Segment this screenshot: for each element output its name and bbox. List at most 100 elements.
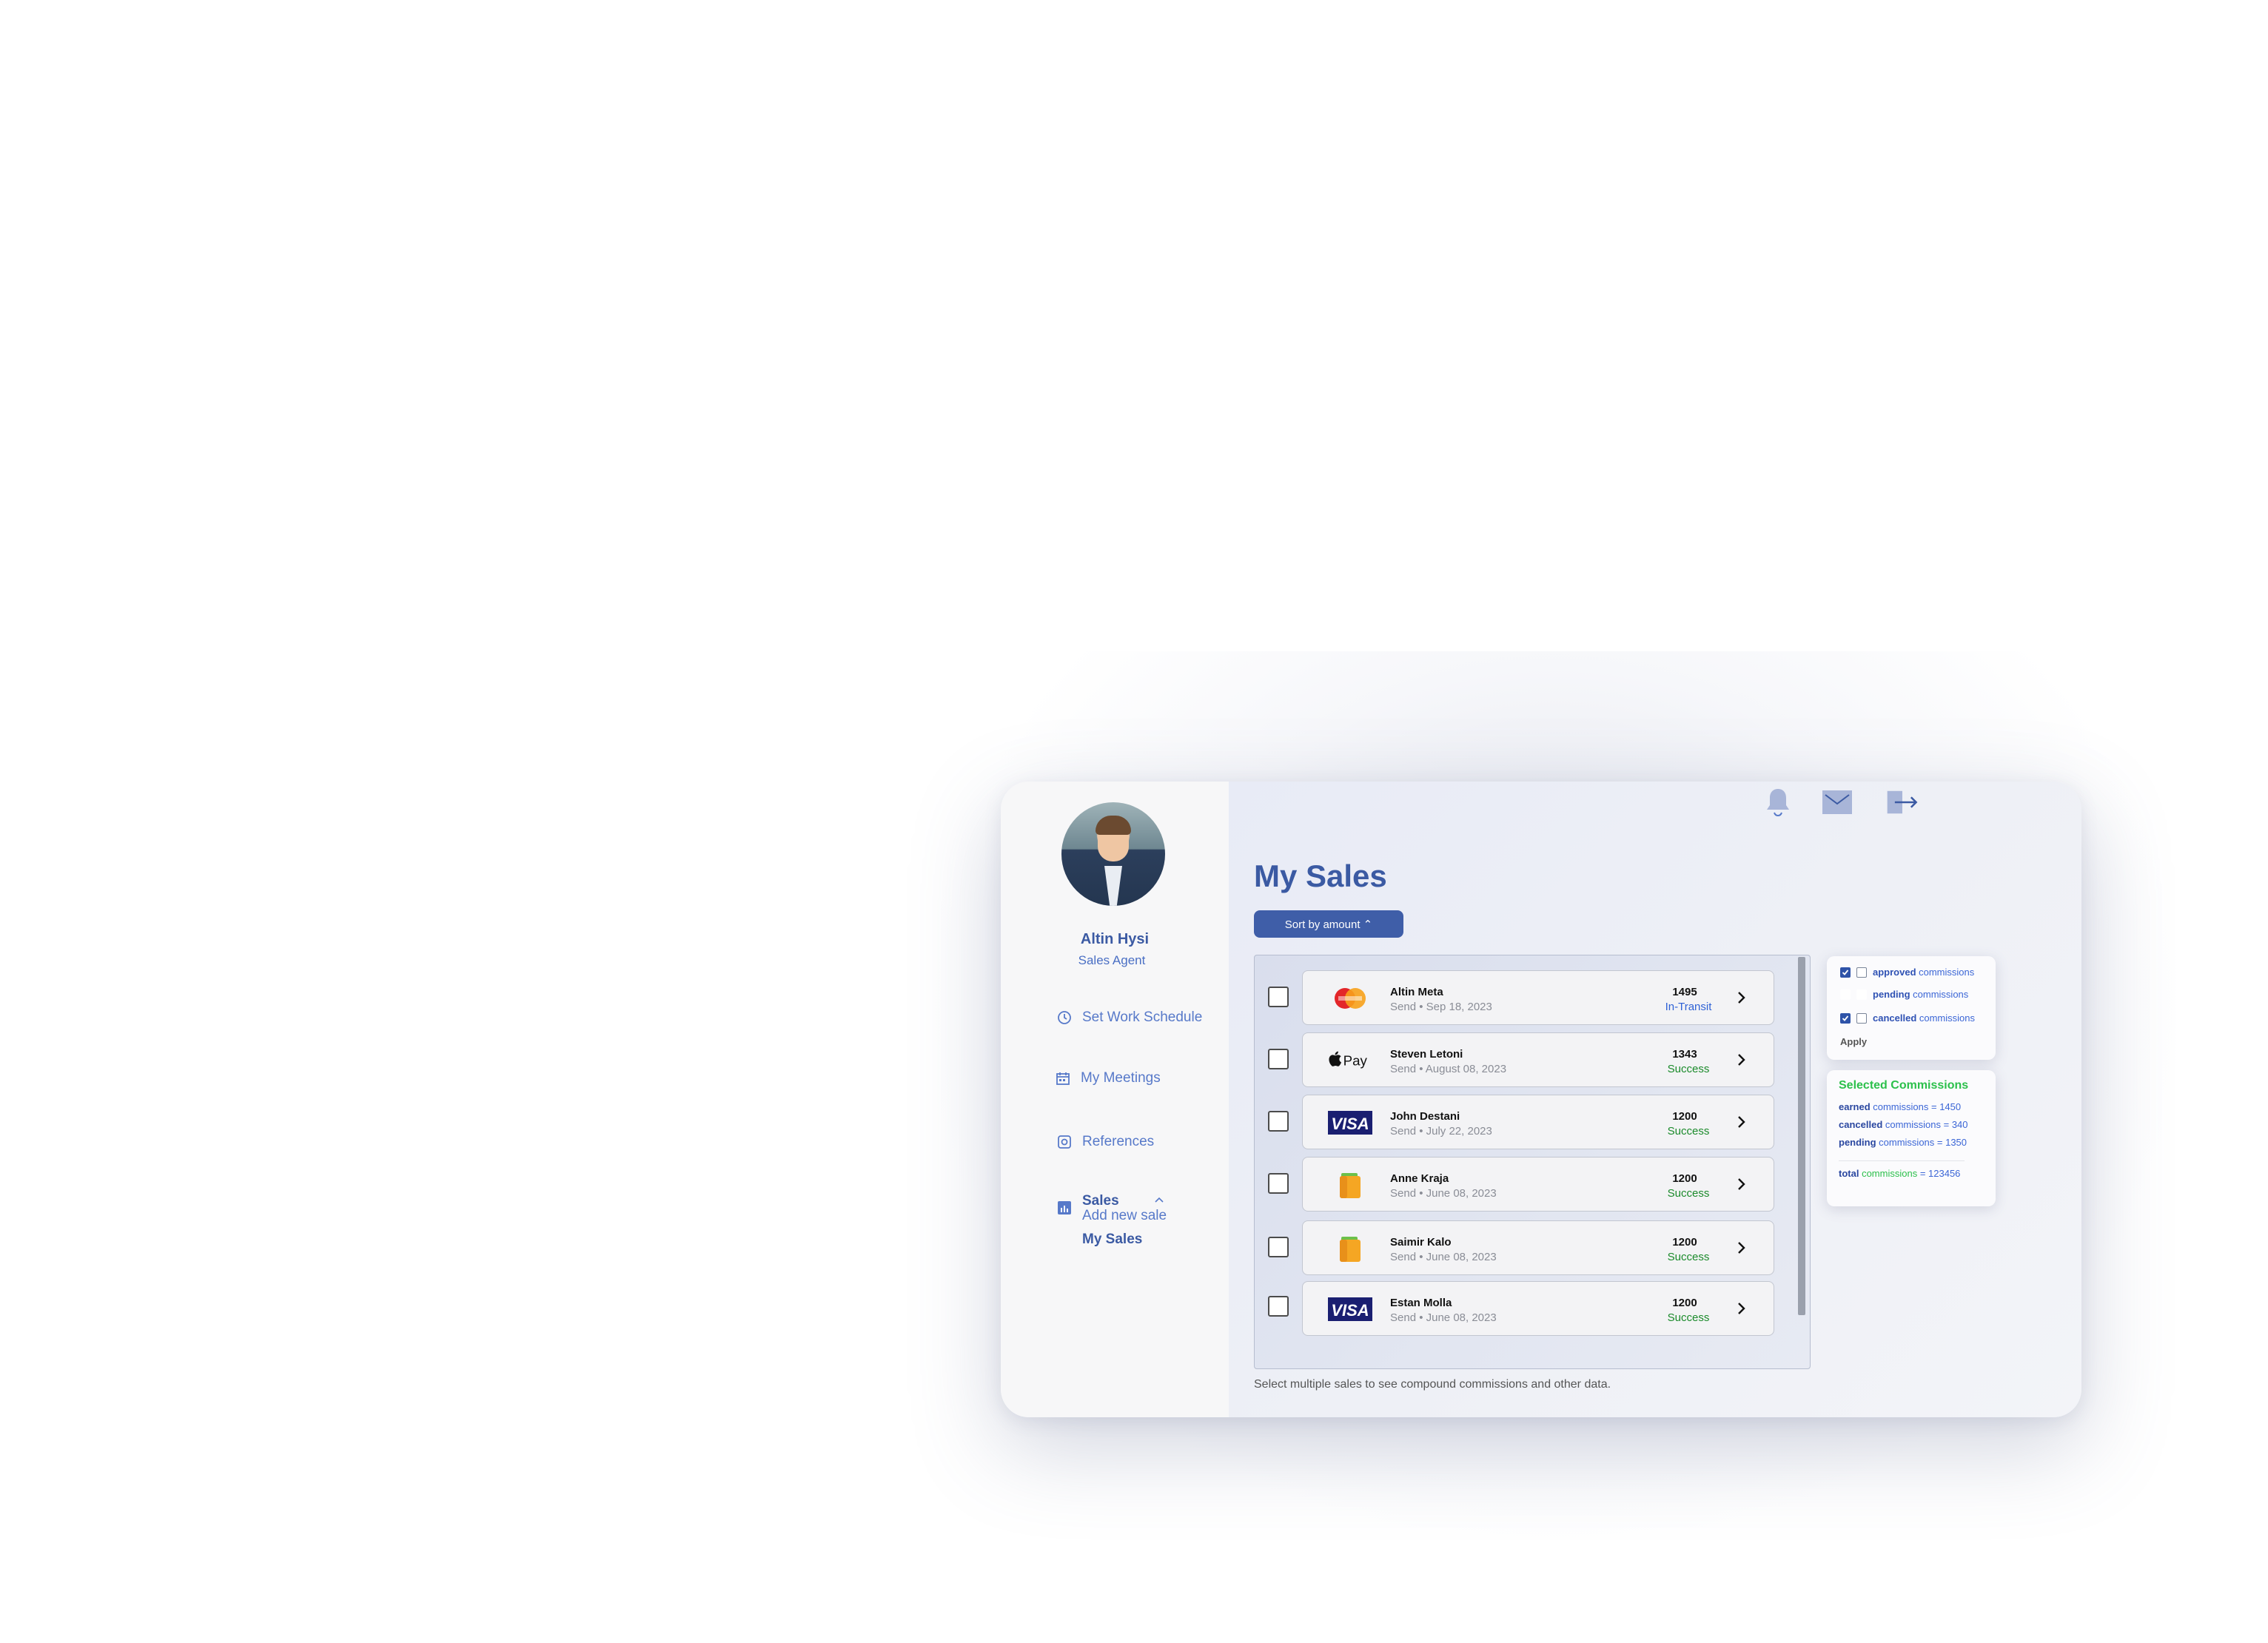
summary-line-pending: pending commissions = 1350 [1839, 1137, 1967, 1148]
sidebar-item-references[interactable]: References [1057, 1134, 1154, 1150]
filter-suffix: commissions [1910, 989, 1969, 1000]
chevron-up-icon[interactable] [1155, 1197, 1164, 1203]
status-badge: Success [1667, 1125, 1710, 1138]
summary-key: cancelled [1839, 1119, 1883, 1130]
mastercard-icon [1328, 984, 1372, 1012]
mail-icon[interactable] [1821, 786, 1853, 819]
checkbox-checked[interactable] [1840, 1012, 1851, 1024]
summary-value: = 123456 [1917, 1168, 1961, 1179]
bell-icon[interactable] [1762, 786, 1794, 819]
sale-amount: 1343 [1672, 1048, 1697, 1061]
sidebar-item-label: References [1082, 1134, 1155, 1149]
row-checkbox[interactable] [1268, 987, 1289, 1007]
sale-row[interactable]: VISA John Destani Send • July 22, 2023 1… [1302, 1095, 1774, 1149]
svg-text:VISA: VISA [1331, 1301, 1369, 1320]
logout-icon[interactable] [1886, 786, 1919, 819]
filter-key: cancelled [1873, 1012, 1917, 1024]
reference-icon [1058, 1135, 1071, 1149]
checkbox-checked[interactable] [1840, 967, 1851, 978]
filter-cancelled[interactable]: cancelled commissions [1840, 1012, 1975, 1024]
row-checkbox[interactable] [1268, 1173, 1289, 1194]
sale-row[interactable]: Anne Kraja Send • June 08, 2023 1200 Suc… [1302, 1157, 1774, 1212]
sale-row[interactable]: Altin Meta Send • Sep 18, 2023 1495 In-T… [1302, 970, 1774, 1025]
apply-button[interactable]: Apply [1840, 1036, 1867, 1047]
clock-icon [1058, 1011, 1071, 1024]
sale-date: Send • June 08, 2023 [1390, 1311, 1497, 1324]
calendar-icon [1056, 1072, 1070, 1085]
sidebar-item-label: Sales [1082, 1193, 1119, 1209]
status-badge: Success [1667, 1187, 1710, 1200]
filter-approved[interactable]: approved commissions [1840, 967, 1974, 978]
summary-line-earned: earned commissions = 1450 [1839, 1101, 1961, 1112]
sidebar-subitem-add-sale[interactable]: Add new sale [1082, 1208, 1167, 1224]
checkbox[interactable] [1856, 967, 1867, 978]
sidebar: Altin Hysi Sales Agent Set Work Schedule… [1001, 782, 1229, 1417]
sale-date: Send • August 08, 2023 [1390, 1063, 1507, 1075]
sale-customer: Estan Molla [1390, 1297, 1452, 1309]
sidebar-item-meetings[interactable]: My Meetings [1056, 1070, 1161, 1086]
filter-key: approved [1873, 967, 1916, 978]
page-title: My Sales [1254, 859, 1387, 893]
chevron-right-icon[interactable] [1737, 1113, 1747, 1131]
chart-icon [1058, 1201, 1071, 1214]
sale-amount: 1200 [1672, 1236, 1697, 1249]
app-window: Altin Hysi Sales Agent Set Work Schedule… [1001, 782, 2081, 1417]
chevron-right-icon[interactable] [1737, 1051, 1747, 1069]
avatar [1061, 802, 1165, 906]
sale-customer: Saimir Kalo [1390, 1236, 1452, 1249]
sale-customer: Altin Meta [1390, 986, 1443, 998]
sale-row[interactable]: Saimir Kalo Send • June 08, 2023 1200 Su… [1302, 1220, 1774, 1275]
chevron-right-icon[interactable] [1737, 1300, 1747, 1317]
sale-date: Send • July 22, 2023 [1390, 1125, 1492, 1138]
summary-mid: commissions [1859, 1168, 1918, 1179]
summary-key: pending [1839, 1137, 1876, 1148]
status-badge: Success [1667, 1311, 1710, 1324]
sidebar-item-work-schedule[interactable]: Set Work Schedule [1057, 1009, 1202, 1026]
sidebar-item-label: My Meetings [1081, 1070, 1161, 1086]
status-badge: In-Transit [1665, 1001, 1712, 1013]
chevron-right-icon[interactable] [1737, 1239, 1747, 1257]
summary-title: Selected Commissions [1839, 1079, 1969, 1092]
sort-by-amount-button[interactable]: Sort by amount ⌃ [1254, 910, 1403, 938]
status-badge: Success [1667, 1251, 1710, 1263]
summary-line-cancelled: cancelled commissions = 340 [1839, 1119, 1968, 1130]
sale-date: Send • June 08, 2023 [1390, 1187, 1497, 1200]
sale-date: Send • Sep 18, 2023 [1390, 1001, 1492, 1013]
scrollbar[interactable] [1798, 957, 1805, 1315]
row-checkbox[interactable] [1268, 1237, 1289, 1257]
checkbox[interactable] [1856, 1012, 1867, 1024]
sale-row[interactable]: VISA Estan Molla Send • June 08, 2023 12… [1302, 1281, 1774, 1336]
selected-commissions-panel: Selected Commissions earned commissions … [1827, 1070, 1996, 1206]
sales-list: Altin Meta Send • Sep 18, 2023 1495 In-T… [1254, 955, 1811, 1369]
row-checkbox[interactable] [1268, 1296, 1289, 1317]
wallet-icon [1328, 1234, 1372, 1263]
sidebar-subitem-my-sales[interactable]: My Sales [1082, 1232, 1142, 1248]
chevron-right-icon[interactable] [1737, 989, 1747, 1007]
sale-amount: 1200 [1672, 1172, 1697, 1185]
apple-pay-icon: Pay [1328, 1046, 1372, 1075]
row-checkbox[interactable] [1268, 1049, 1289, 1069]
svg-text:VISA: VISA [1331, 1115, 1369, 1133]
sale-customer: Anne Kraja [1390, 1172, 1449, 1185]
svg-text:Pay: Pay [1343, 1053, 1368, 1069]
commission-filter-panel: approved commissions pending commissions… [1827, 956, 1996, 1060]
summary-line-total: total commissions = 123456 [1839, 1168, 1960, 1179]
chevron-right-icon[interactable] [1737, 1175, 1747, 1193]
user-role: Sales Agent [1078, 953, 1146, 967]
filter-suffix: commissions [1916, 1012, 1976, 1024]
filter-suffix: commissions [1916, 967, 1975, 978]
sale-amount: 1200 [1672, 1110, 1697, 1123]
help-text: Select multiple sales to see compound co… [1254, 1378, 1611, 1391]
checkbox[interactable] [1856, 989, 1867, 1000]
sale-amount: 1200 [1672, 1297, 1697, 1309]
row-checkbox[interactable] [1268, 1111, 1289, 1132]
main-content: My Sales Sort by amount ⌃ Altin Meta Sen… [1229, 782, 2081, 1417]
visa-icon: VISA [1328, 1295, 1372, 1323]
sale-row[interactable]: Pay Steven Letoni Send • August 08, 2023… [1302, 1032, 1774, 1087]
divider [1839, 1160, 1965, 1161]
wallet-icon [1328, 1171, 1372, 1199]
summary-value: commissions = 1350 [1876, 1137, 1967, 1148]
sidebar-item-label: Set Work Schedule [1082, 1009, 1203, 1025]
filter-pending[interactable]: pending commissions [1840, 989, 1968, 1000]
checkbox[interactable] [1840, 989, 1851, 1000]
